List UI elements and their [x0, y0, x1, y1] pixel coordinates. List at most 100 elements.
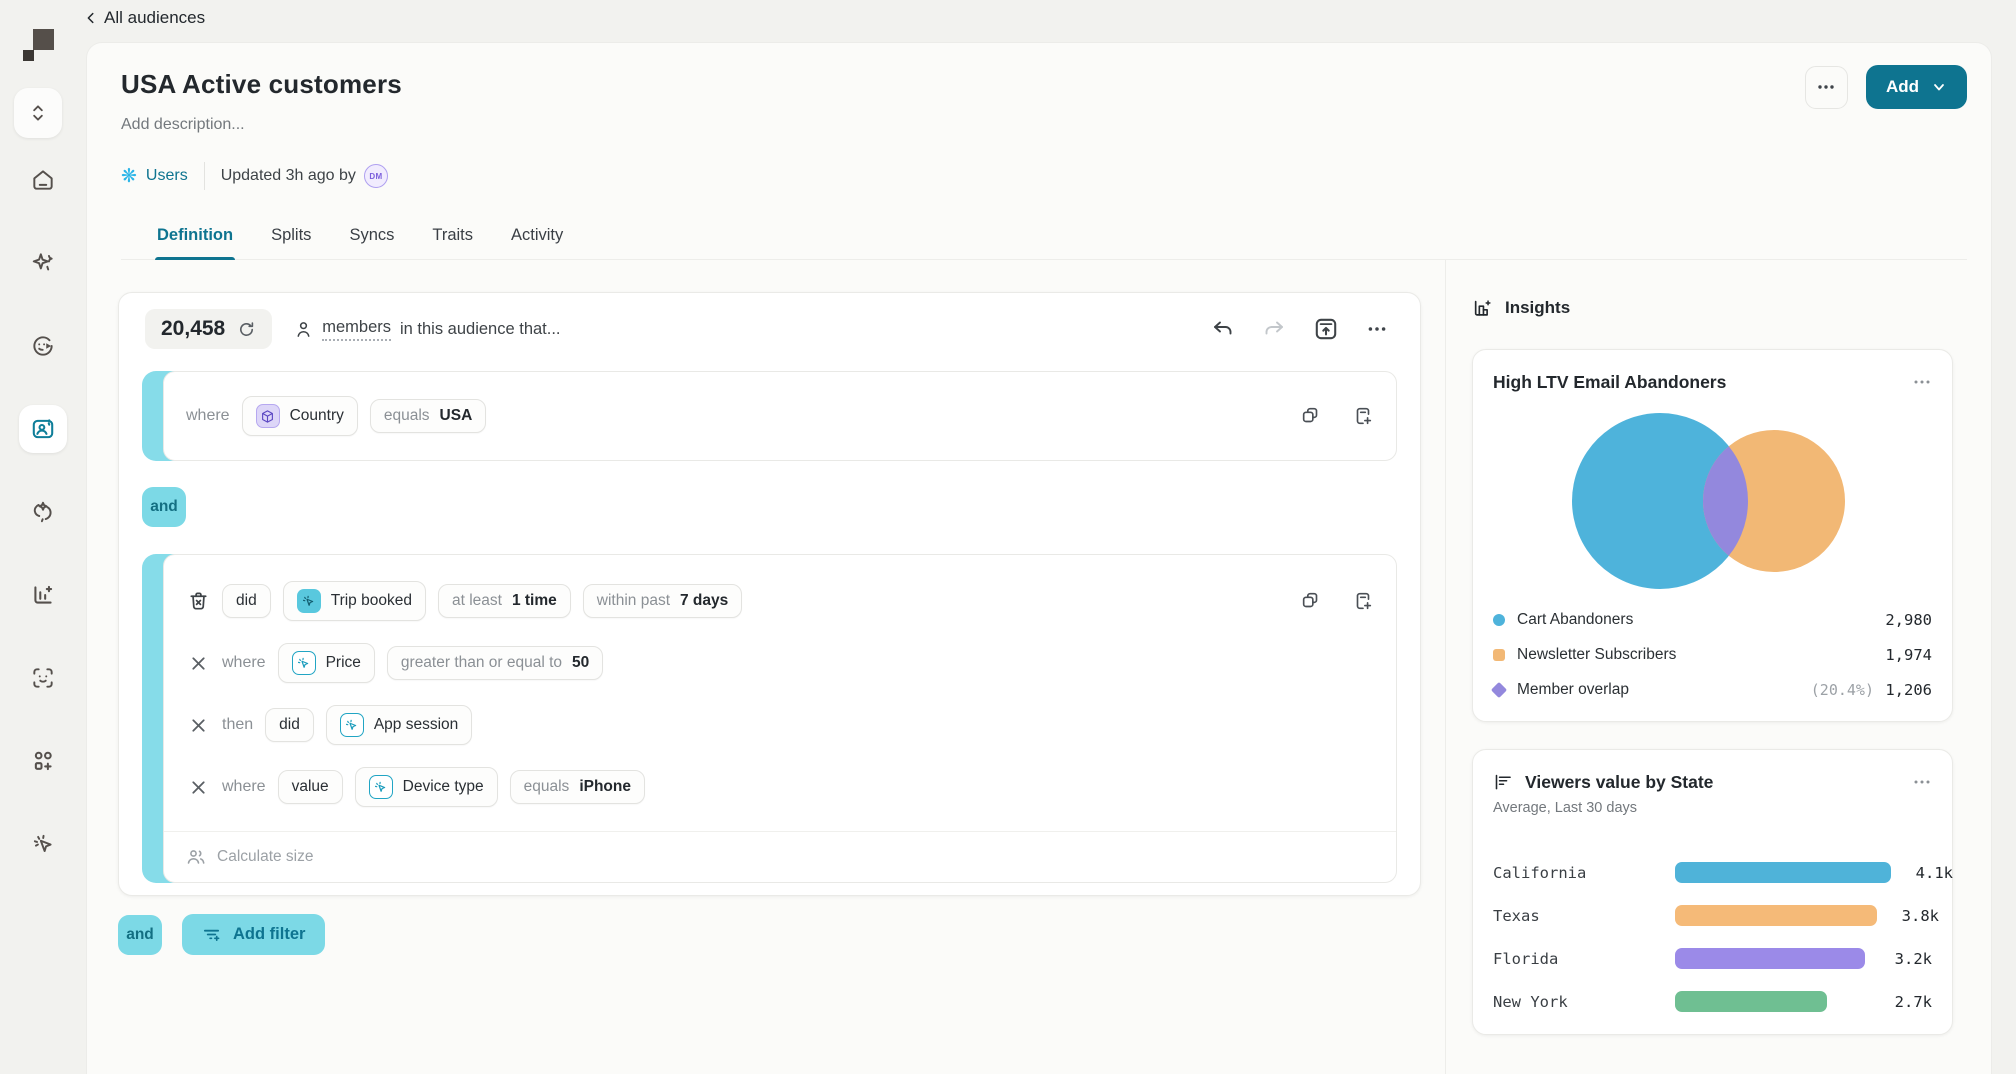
connector-then: then: [222, 716, 253, 734]
remove-condition-button[interactable]: [186, 778, 210, 797]
shapes-plus-icon: [30, 748, 56, 774]
operator-label: equals: [384, 407, 430, 425]
remove-condition-button[interactable]: [186, 716, 210, 735]
sidebar-item-analytics[interactable]: [19, 571, 67, 619]
sidebar-item-integrations[interactable]: [19, 737, 67, 785]
frequency-value: 1 time: [512, 592, 557, 610]
connector-where: where: [186, 407, 230, 425]
operator-value: iPhone: [579, 778, 631, 796]
sidebar-item-actions[interactable]: [19, 820, 67, 868]
bar-label: Texas: [1493, 907, 1665, 925]
breadcrumb[interactable]: All audiences: [84, 8, 205, 28]
copy-group-button[interactable]: [1300, 405, 1322, 427]
add-button-label: Add: [1886, 77, 1919, 97]
legend-row-member-overlap: Member overlap (20.4%) 1,206: [1493, 681, 1932, 699]
sidebar-item-home[interactable]: [19, 156, 67, 204]
add-button[interactable]: Add: [1866, 65, 1967, 109]
duplicate-add-button[interactable]: [1352, 405, 1374, 427]
property-pill-device-type[interactable]: Device type: [355, 767, 498, 807]
tab-definition[interactable]: Definition: [155, 220, 235, 259]
save-version-button[interactable]: [1313, 316, 1339, 342]
redo-icon: [1262, 317, 1286, 341]
tab-activity[interactable]: Activity: [509, 220, 565, 259]
condition-group-country: where Country equals USA: [142, 371, 1397, 461]
bar-row-texas: Texas 3.8k: [1493, 905, 1932, 926]
members-link[interactable]: members: [322, 318, 391, 341]
price-condition-row: where Price greater than or equal to 50: [186, 643, 1374, 683]
description-placeholder[interactable]: Add description...: [121, 116, 1967, 134]
insight-card-venn: High LTV Email Abandoners Cart Abandoner…: [1472, 349, 1953, 722]
bars-card-more-button[interactable]: [1912, 772, 1932, 792]
legend-label: Newsletter Subscribers: [1517, 646, 1676, 664]
event-cursor-icon: [297, 589, 321, 613]
chevron-down-icon: [1931, 79, 1947, 95]
query-more-button[interactable]: [1366, 318, 1388, 340]
workspace-switcher[interactable]: [14, 88, 62, 138]
and-connector-chip[interactable]: and: [142, 487, 186, 527]
snowflake-icon: ❋: [121, 167, 137, 186]
sidebar-item-sync[interactable]: [19, 488, 67, 536]
ellipsis-icon: [1366, 318, 1388, 340]
condition-group-event: did Trip booked at least 1 time: [142, 554, 1397, 883]
event-pill-trip-booked[interactable]: Trip booked: [283, 581, 426, 621]
legend-label: Cart Abandoners: [1517, 611, 1633, 629]
bar-row-new-york: New York 2.7k: [1493, 991, 1932, 1012]
undo-button[interactable]: [1211, 317, 1235, 341]
sidebar-nav: [0, 156, 86, 868]
source-link[interactable]: ❋ Users: [121, 167, 188, 186]
tab-traits[interactable]: Traits: [430, 220, 475, 259]
legend-value: 1,206: [1885, 681, 1932, 699]
operator-pill-gte-50[interactable]: greater than or equal to 50: [387, 646, 603, 680]
device-condition-row: where value Device type equals iPhone: [186, 767, 1374, 807]
event-pill-app-session[interactable]: App session: [326, 705, 472, 745]
tab-splits[interactable]: Splits: [269, 220, 313, 259]
property-pill-price[interactable]: Price: [278, 643, 375, 683]
operator-pill-equals-iphone[interactable]: equals iPhone: [510, 770, 645, 804]
verb-pill-did[interactable]: did: [222, 584, 271, 618]
bars-card-title: Viewers value by State: [1525, 772, 1713, 793]
event-label: Trip booked: [331, 592, 412, 610]
tab-syncs[interactable]: Syncs: [347, 220, 396, 259]
sidebar-item-assistant[interactable]: [19, 239, 67, 287]
sidebar-item-audiences[interactable]: [19, 405, 67, 453]
window-value: 7 days: [680, 592, 728, 610]
duplicate-add-button[interactable]: [1352, 590, 1374, 612]
header-actions: Add: [1805, 65, 1967, 109]
window-pill[interactable]: within past 7 days: [583, 584, 743, 618]
avatar[interactable]: DM: [364, 164, 388, 188]
frequency-pill[interactable]: at least 1 time: [438, 584, 571, 618]
copy-group-button[interactable]: [1300, 590, 1322, 612]
sidebar: [0, 0, 86, 1074]
connector-where: where: [222, 778, 266, 796]
delete-group-button[interactable]: [186, 590, 210, 613]
remove-condition-button[interactable]: [186, 654, 210, 673]
refresh-button[interactable]: [237, 320, 256, 339]
redo-button[interactable]: [1262, 317, 1286, 341]
add-filter-button[interactable]: Add filter: [182, 914, 325, 955]
app-logo: [16, 26, 64, 66]
operator-pill-equals-usa[interactable]: equals USA: [370, 399, 486, 433]
member-count: 20,458: [161, 317, 225, 341]
people-icon: [186, 847, 206, 867]
member-count-pill: 20,458: [145, 309, 272, 349]
sidebar-item-journeys[interactable]: [19, 322, 67, 370]
legend-percent: (20.4%): [1811, 681, 1874, 699]
page-header: USA Active customers Add description... …: [87, 43, 1991, 260]
and-connector-chip[interactable]: and: [118, 915, 162, 955]
trash-icon: [187, 590, 210, 613]
page-more-button[interactable]: [1805, 66, 1848, 109]
value-pill[interactable]: value: [278, 770, 343, 804]
attribute-pill-country[interactable]: Country: [242, 396, 358, 436]
verb-pill-did[interactable]: did: [265, 708, 314, 742]
verb-label: did: [279, 716, 300, 734]
audience-page: USA Active customers Add description... …: [86, 42, 1992, 1074]
bars-card-subtitle: Average, Last 30 days: [1493, 800, 1932, 816]
bar-track: [1675, 948, 1870, 969]
insights-chart-icon: [1472, 297, 1494, 319]
sparkle-icon: [30, 250, 56, 276]
calculate-size-button[interactable]: Calculate size: [164, 831, 1396, 882]
connector-where: where: [222, 654, 266, 672]
query-builder-card: 20,458 members in this audience that...: [118, 292, 1421, 896]
sidebar-item-profiles[interactable]: [19, 654, 67, 702]
venn-card-more-button[interactable]: [1912, 372, 1932, 392]
